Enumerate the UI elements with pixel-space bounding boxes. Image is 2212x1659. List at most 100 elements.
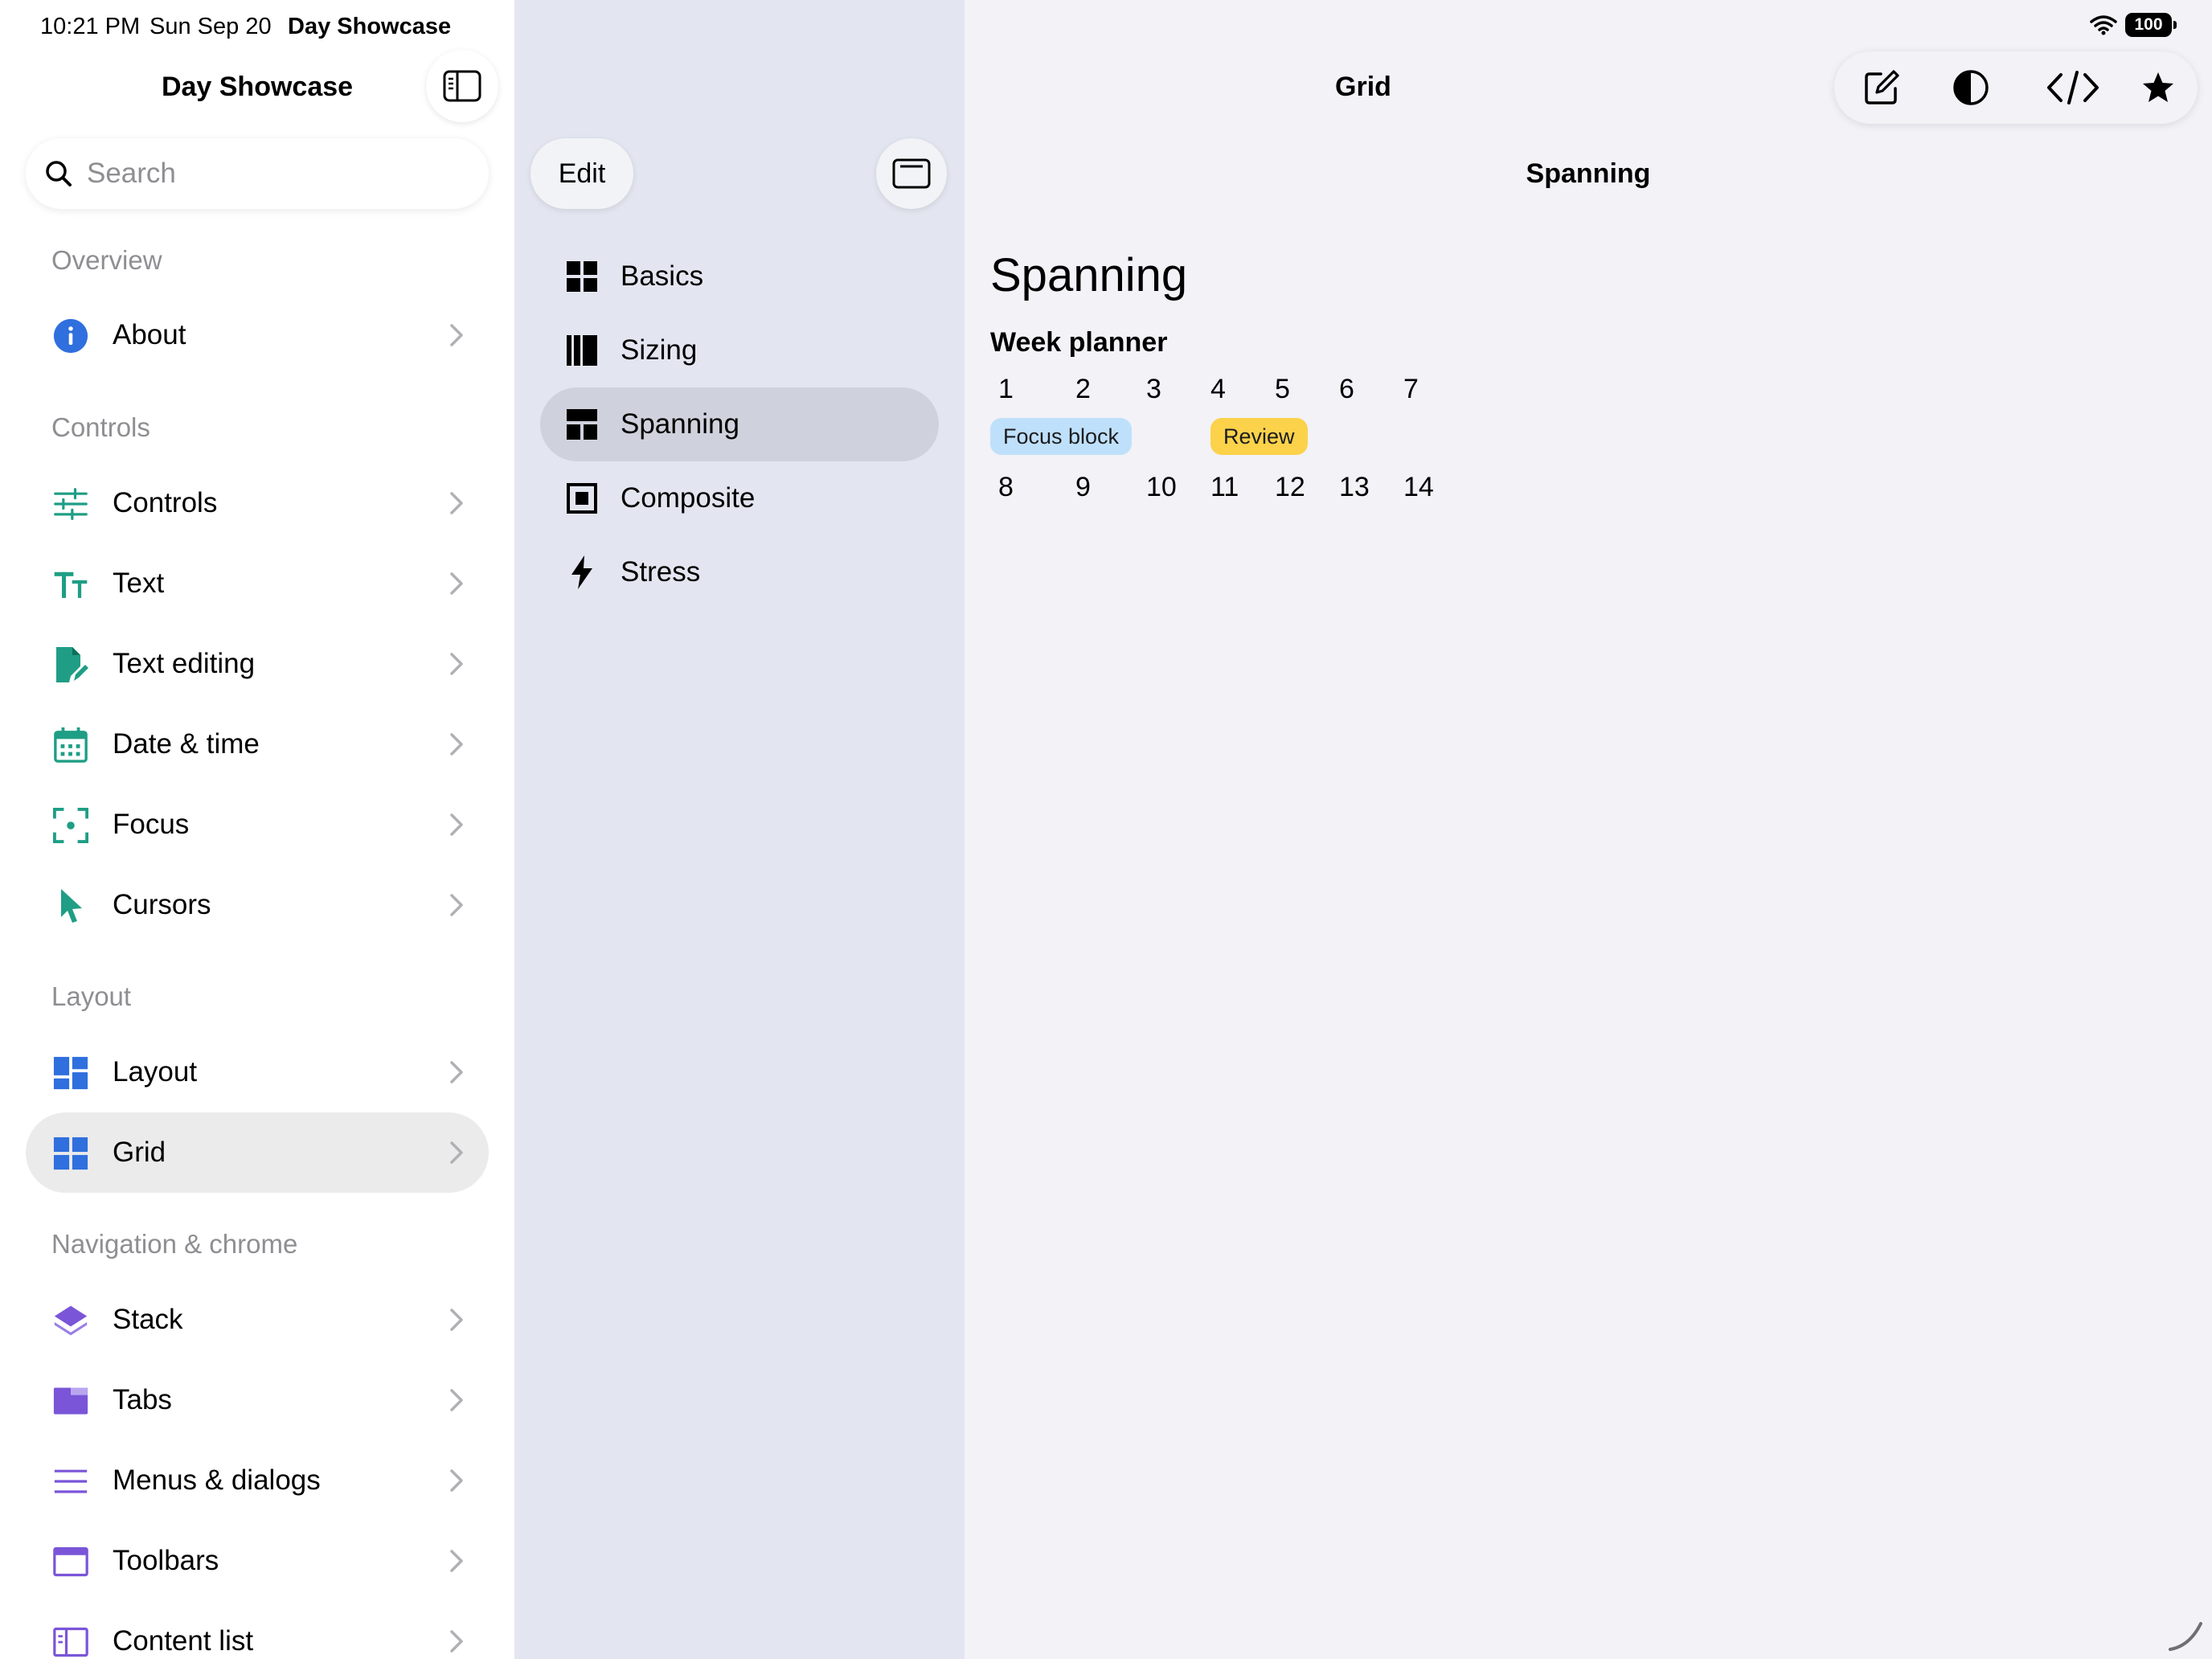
composite-icon	[566, 482, 598, 514]
contrast-icon	[1953, 70, 1989, 105]
document-edit-icon	[53, 647, 88, 682]
chevron-right-icon	[450, 324, 463, 346]
sidebar-item-label: Cursors	[113, 889, 211, 920]
sidebar-item-label: Controls	[113, 487, 218, 518]
info-icon	[53, 318, 88, 354]
search-field[interactable]	[26, 138, 489, 209]
content-column: Edit Basics Sizing Spanning Composite St…	[514, 0, 965, 1659]
content-item-spanning[interactable]: Spanning	[540, 387, 939, 461]
sidebar-item-grid[interactable]: Grid	[26, 1112, 489, 1193]
sidebar-item-tabs[interactable]: Tabs	[26, 1360, 489, 1440]
day-number: 9	[1075, 472, 1091, 502]
chevron-right-icon	[450, 572, 463, 595]
sidebar-item-content-list[interactable]: Content list	[26, 1601, 489, 1659]
stack-icon	[53, 1303, 88, 1338]
sidebar: 10:21 PM Sun Sep 20 Day Showcase Day Sho…	[0, 0, 514, 1659]
week-planner-title: Week planner	[990, 327, 1168, 358]
search-input[interactable]	[87, 158, 473, 190]
resize-handle-icon[interactable]	[2165, 1614, 2206, 1654]
chevron-right-icon	[450, 1550, 463, 1572]
section-header-layout: Layout	[51, 981, 132, 1011]
menu-icon	[53, 1464, 88, 1499]
content-item-label: Composite	[621, 482, 756, 514]
sidebar-item-controls[interactable]: Controls	[26, 463, 489, 543]
content-item-sizing[interactable]: Sizing	[540, 313, 939, 387]
toolbar-icon	[53, 1544, 88, 1579]
detail-toolbar	[1834, 51, 2198, 124]
sidebar-item-label: About	[113, 319, 186, 350]
inspector-toggle-button[interactable]	[876, 138, 947, 209]
sidebar-item-label: Text editing	[113, 648, 256, 679]
sidebar-item-label: Focus	[113, 809, 190, 840]
sidebar-item-text[interactable]: Text	[26, 543, 489, 624]
calendar-icon	[53, 727, 88, 763]
sidebar-item-label: Stack	[113, 1304, 183, 1335]
compose-button[interactable]	[1862, 68, 1902, 108]
day-number: 3	[1146, 374, 1161, 404]
sidebar-item-about[interactable]: About	[26, 295, 489, 375]
basics-grid-icon	[566, 260, 598, 293]
layout-grid-icon	[53, 1055, 88, 1091]
chevron-right-icon	[450, 492, 463, 514]
day-number: 8	[998, 472, 1014, 502]
sidebar-item-date-time[interactable]: Date & time	[26, 704, 489, 784]
sidebar-item-toolbars[interactable]: Toolbars	[26, 1521, 489, 1601]
window-icon	[892, 158, 931, 189]
sidebar-item-focus[interactable]: Focus	[26, 784, 489, 865]
sliders-icon	[53, 486, 88, 522]
chevron-right-icon	[450, 1469, 463, 1492]
day-number: 4	[1210, 374, 1226, 404]
bolt-icon	[566, 555, 598, 589]
detail-pane: 100 Grid Spanning Spanning Week planner …	[965, 0, 2212, 1659]
content-item-composite[interactable]: Composite	[540, 461, 939, 535]
section-header-overview: Overview	[51, 245, 162, 275]
day-number: 1	[998, 374, 1014, 404]
appearance-button[interactable]	[1951, 68, 1991, 108]
sidebar-item-menus-dialogs[interactable]: Menus & dialogs	[26, 1440, 489, 1521]
day-number: 2	[1075, 374, 1091, 404]
day-number: 13	[1339, 472, 1370, 502]
sidebar-item-text-editing[interactable]: Text editing	[26, 624, 489, 704]
status-time: 10:21 PM	[40, 14, 141, 39]
content-item-stress[interactable]: Stress	[540, 535, 939, 609]
chevron-right-icon	[450, 894, 463, 916]
section-header-controls: Controls	[51, 412, 150, 442]
section-header-navigation: Navigation & chrome	[51, 1229, 298, 1259]
sidebar-item-label: Grid	[113, 1137, 166, 1168]
sidebar-item-stack[interactable]: Stack	[26, 1280, 489, 1360]
tabs-icon	[53, 1383, 88, 1419]
compose-icon	[1865, 70, 1899, 104]
sizing-columns-icon	[566, 334, 598, 367]
day-number: 14	[1403, 472, 1434, 502]
detail-nav-title: Spanning	[1526, 158, 1651, 189]
chevron-right-icon	[450, 1389, 463, 1411]
text-size-icon	[53, 567, 88, 602]
chevron-right-icon	[450, 733, 463, 756]
chevron-right-icon	[450, 653, 463, 675]
sidebar-item-cursors[interactable]: Cursors	[26, 865, 489, 945]
day-number: 6	[1339, 374, 1354, 404]
chevron-right-icon	[450, 1061, 463, 1083]
sidebar-item-label: Toolbars	[113, 1545, 219, 1576]
sidebar-toggle-button[interactable]	[426, 50, 498, 122]
day-number: 11	[1210, 472, 1239, 502]
source-code-button[interactable]	[2045, 68, 2101, 108]
chevron-right-icon	[450, 1309, 463, 1331]
chevron-right-icon	[450, 813, 463, 836]
event-chip-review[interactable]: Review	[1210, 418, 1308, 455]
cursor-icon	[53, 888, 88, 924]
page-title: Spanning	[990, 249, 1188, 301]
day-number: 12	[1275, 472, 1305, 502]
event-chip-focus-block[interactable]: Focus block	[990, 418, 1133, 455]
spanning-icon	[566, 408, 598, 440]
content-item-basics[interactable]: Basics	[540, 240, 939, 313]
sidebar-item-label: Tabs	[113, 1384, 172, 1415]
content-item-label: Stress	[621, 556, 701, 588]
sidebar-item-layout[interactable]: Layout	[26, 1032, 489, 1112]
edit-button[interactable]: Edit	[530, 138, 633, 209]
sidebar-icon	[443, 70, 481, 102]
favorite-button[interactable]	[2138, 68, 2178, 108]
sidebar-item-label: Layout	[113, 1056, 198, 1088]
content-item-label: Sizing	[621, 334, 698, 366]
content-item-label: Spanning	[621, 408, 739, 440]
